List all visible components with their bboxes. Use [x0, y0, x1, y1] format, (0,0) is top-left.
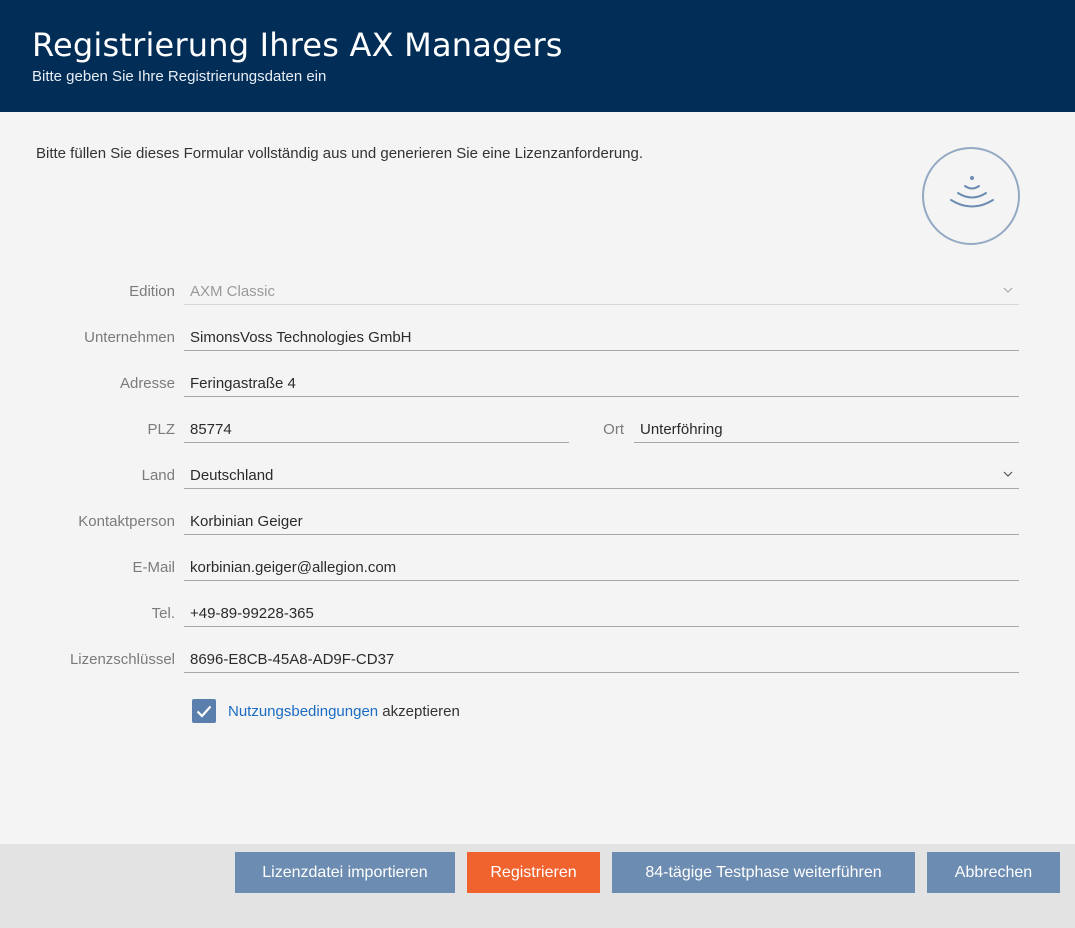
zip-city-row: PLZ 85774 Ort Unterföhring	[0, 417, 1020, 443]
zip-label: PLZ	[147, 421, 175, 438]
terms-link[interactable]: Nutzungsbedingungen	[228, 703, 378, 720]
contact-input[interactable]: Korbinian Geiger	[184, 509, 1019, 535]
chevron-down-icon	[1003, 466, 1013, 480]
email-row: E-Mail korbinian.geiger@allegion.com	[0, 555, 1020, 581]
terms-text: Nutzungsbedingungen akzeptieren	[228, 703, 460, 720]
terms-suffix: akzeptieren	[378, 703, 460, 720]
city-input[interactable]: Unterföhring	[634, 417, 1019, 443]
register-button[interactable]: Registrieren	[467, 852, 600, 893]
contact-label: Kontaktperson	[78, 513, 175, 530]
email-label: E-Mail	[132, 559, 175, 576]
city-label: Ort	[603, 421, 624, 438]
cancel-button[interactable]: Abbrechen	[927, 852, 1060, 893]
contact-row: Kontaktperson Korbinian Geiger	[0, 509, 1020, 535]
address-row: Adresse Feringastraße 4	[0, 371, 1020, 397]
license-key-input[interactable]: 8696-E8CB-45A8-AD9F-CD37	[184, 647, 1019, 673]
phone-label: Tel.	[151, 605, 175, 622]
terms-checkbox[interactable]	[192, 699, 216, 723]
import-license-button[interactable]: Lizenzdatei importieren	[235, 852, 455, 893]
edition-value: AXM Classic	[190, 283, 276, 300]
chevron-down-icon	[1003, 282, 1013, 296]
address-input[interactable]: Feringastraße 4	[184, 371, 1019, 397]
email-input[interactable]: korbinian.geiger@allegion.com	[184, 555, 1019, 581]
company-label: Unternehmen	[84, 329, 175, 346]
country-row: Land Deutschland	[0, 463, 1020, 489]
company-row: Unternehmen SimonsVoss Technologies GmbH	[0, 325, 1020, 351]
intro-text: Bitte füllen Sie dieses Formular vollstä…	[36, 145, 644, 162]
license-key-label: Lizenzschlüssel	[69, 651, 175, 668]
edition-label: Edition	[129, 283, 175, 300]
continue-trial-button[interactable]: 84-tägige Testphase weiterführen	[612, 852, 915, 893]
edition-select[interactable]: AXM Classic	[184, 279, 1019, 305]
license-key-row: Lizenzschlüssel 8696-E8CB-45A8-AD9F-CD37	[0, 647, 1020, 673]
company-input[interactable]: SimonsVoss Technologies GmbH	[184, 325, 1019, 351]
edition-row: Edition AXM Classic	[0, 279, 1020, 305]
phone-row: Tel. +49-89-99228-365	[0, 601, 1020, 627]
address-label: Adresse	[119, 375, 175, 392]
country-value: Deutschland	[190, 467, 274, 484]
page-header: Registrierung Ihres AX Managers Bitte ge…	[0, 0, 1075, 112]
page-title: Registrierung Ihres AX Managers	[32, 26, 563, 64]
wireless-signal-icon	[922, 147, 1020, 245]
country-select[interactable]: Deutschland	[184, 463, 1019, 489]
checkmark-icon	[196, 705, 212, 718]
page-subtitle: Bitte geben Sie Ihre Registrierungsdaten…	[32, 68, 327, 85]
phone-input[interactable]: +49-89-99228-365	[184, 601, 1019, 627]
country-label: Land	[141, 467, 175, 484]
